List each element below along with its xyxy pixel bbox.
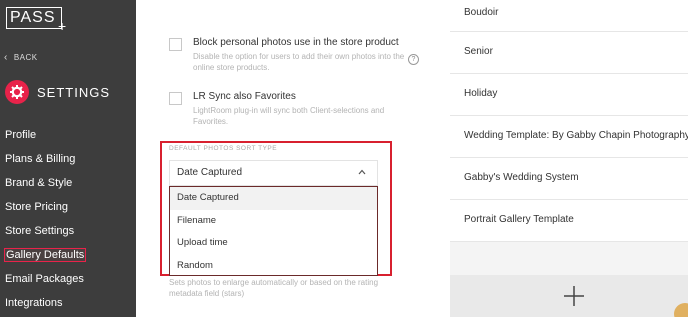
chevron-up-icon	[358, 169, 366, 175]
logo-plus-icon: +	[58, 18, 67, 34]
sort-type-select[interactable]: Date Captured	[169, 160, 378, 186]
chevron-left-icon: ‹	[4, 52, 8, 63]
gallery-defaults-panel: Block personal photos use in the store p…	[136, 0, 450, 317]
sidebar-item-brand-style[interactable]: Brand & Style	[0, 172, 136, 196]
sidebar-item-label: Store Settings	[5, 225, 75, 237]
gear-icon	[5, 80, 29, 104]
pass-logo[interactable]: PASS +	[6, 7, 67, 34]
add-template-button[interactable]	[450, 275, 688, 317]
back-link[interactable]: ‹ BACK	[4, 52, 38, 63]
sidebar-item-store-pricing[interactable]: Store Pricing	[0, 196, 136, 220]
logo-text: PASS	[10, 9, 56, 26]
plus-icon	[564, 286, 584, 306]
block-personal-checkbox[interactable]	[169, 38, 182, 51]
settings-title: SETTINGS	[37, 84, 111, 100]
template-item[interactable]: Gabby's Wedding System	[450, 158, 688, 200]
block-personal-description: Disable the option for users to add thei…	[193, 52, 405, 72]
lr-sync-description: LightRoom plug-in will sync both Client-…	[193, 106, 385, 126]
sidebar: PASS + ‹ BACK SETTINGS Profile Plans & B…	[0, 0, 136, 317]
sort-type-dropdown: Date Captured Filename Upload time Rando…	[169, 186, 378, 276]
sidebar-item-label: Gallery Defaults	[3, 248, 87, 262]
sort-option-filename[interactable]: Filename	[170, 210, 377, 233]
settings-header: SETTINGS	[5, 80, 110, 104]
sort-type-selected-value: Date Captured	[177, 167, 243, 178]
sidebar-item-email-packages[interactable]: Email Packages	[0, 268, 136, 292]
enlarge-description: Sets photos to enlarge automatically or …	[169, 278, 379, 298]
sort-option-random[interactable]: Random	[170, 255, 377, 278]
sidebar-item-store-settings[interactable]: Store Settings	[0, 220, 136, 244]
sidebar-item-label: Email Packages	[5, 273, 84, 285]
template-item[interactable]: Senior	[450, 32, 688, 74]
sidebar-item-integrations[interactable]: Integrations	[0, 292, 136, 316]
lr-sync-title: LR Sync also Favorites	[193, 91, 296, 102]
block-personal-title: Block personal photos use in the store p…	[193, 37, 399, 48]
sidebar-item-label: Store Pricing	[5, 201, 68, 213]
help-icon[interactable]: ?	[408, 54, 419, 65]
template-list: Boudoir Senior Holiday Wedding Template:…	[450, 0, 688, 242]
sidebar-item-plans-billing[interactable]: Plans & Billing	[0, 148, 136, 172]
sort-option-date-captured[interactable]: Date Captured	[170, 187, 377, 210]
sidebar-item-label: Profile	[5, 129, 37, 141]
templates-column: Boudoir Senior Holiday Wedding Template:…	[450, 0, 688, 317]
sort-option-upload-time[interactable]: Upload time	[170, 232, 377, 255]
sidebar-item-gallery-defaults[interactable]: Gallery Defaults	[0, 244, 136, 268]
template-item[interactable]: Holiday	[450, 74, 688, 116]
template-item[interactable]: Boudoir	[450, 0, 688, 32]
sidebar-item-label: Brand & Style	[5, 177, 73, 189]
sidebar-item-label: Plans & Billing	[5, 153, 76, 165]
settings-nav: Profile Plans & Billing Brand & Style St…	[0, 124, 136, 316]
template-item[interactable]: Wedding Template: By Gabby Chapin Photog…	[450, 116, 688, 158]
sort-type-label: DEFAULT PHOTOS SORT TYPE	[169, 145, 278, 152]
back-label: BACK	[13, 53, 38, 62]
sidebar-item-profile[interactable]: Profile	[0, 124, 136, 148]
template-item[interactable]: Portrait Gallery Template	[450, 200, 688, 242]
lr-sync-checkbox[interactable]	[169, 92, 182, 105]
sidebar-item-label: Integrations	[5, 297, 63, 309]
